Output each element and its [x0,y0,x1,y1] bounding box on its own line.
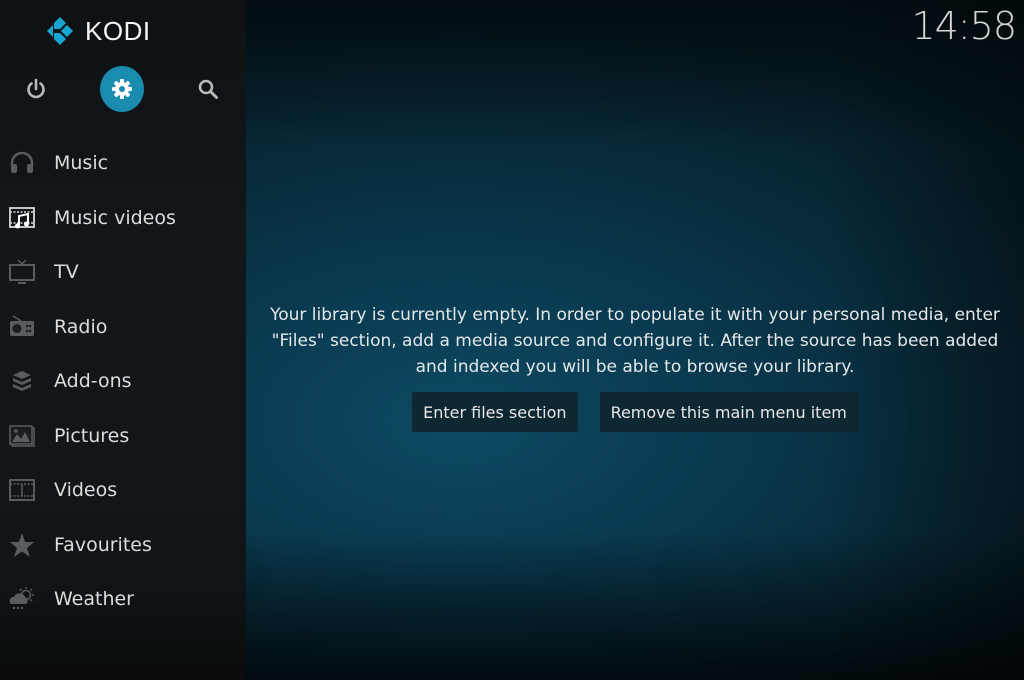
sidebar-item-label: Radio [54,315,108,338]
music-video-icon [8,204,36,232]
sidebar-item-label: TV [54,261,79,284]
sidebar-item-label: Add-ons [54,370,132,393]
kodi-logo-icon [47,17,73,45]
remove-main-menu-item-button[interactable]: Remove this main menu item [599,392,858,432]
film-icon [8,476,36,504]
sidebar-item-music[interactable]: Music [0,136,246,191]
sidebar-item-radio[interactable]: Radio [0,300,246,355]
main-menu: Music Music videos TV Radio Add-ons Pict… [0,136,246,627]
kodi-logo[interactable]: KODI [45,15,151,47]
sidebar-item-music-videos[interactable]: Music videos [0,191,246,246]
addons-box-icon [8,367,36,395]
search-icon [198,79,218,99]
top-icons [0,66,246,114]
headphones-icon [8,149,36,177]
gear-icon [112,79,132,99]
sidebar-item-label: Favourites [54,533,152,556]
empty-library-message: Your library is currently empty. In orde… [270,305,1000,377]
radio-icon [8,313,36,341]
sidebar-item-videos[interactable]: Videos [0,463,246,518]
clock: 14:58 [911,4,1017,48]
sidebar-item-label: Music [54,152,109,175]
sidebar-item-tv[interactable]: TV [0,245,246,300]
settings-button[interactable] [100,66,144,112]
kodi-logo-text: KODI [85,15,151,46]
enter-files-section-button[interactable]: Enter files section [412,392,578,432]
sidebar-item-label: Videos [54,479,118,502]
sidebar-item-favourites[interactable]: Favourites [0,518,246,573]
sidebar-item-addons[interactable]: Add-ons [0,354,246,409]
sidebar-item-weather[interactable]: Weather [0,572,246,627]
star-icon [8,531,36,559]
sidebar: KODI Music Music videos TV Radio Add-ons… [0,0,246,680]
pictures-icon [8,422,36,450]
tv-icon [8,258,36,286]
search-button[interactable] [186,66,230,112]
sidebar-item-label: Weather [54,588,134,611]
weather-icon [8,585,36,613]
sidebar-item-pictures[interactable]: Pictures [0,409,246,464]
power-button[interactable] [14,66,58,112]
sidebar-item-label: Music videos [54,206,176,229]
power-icon [27,78,45,99]
sidebar-item-label: Pictures [54,424,130,447]
action-buttons: Enter files section Remove this main men… [246,392,1024,432]
content-area: Your library is currently empty. In orde… [246,0,1024,680]
